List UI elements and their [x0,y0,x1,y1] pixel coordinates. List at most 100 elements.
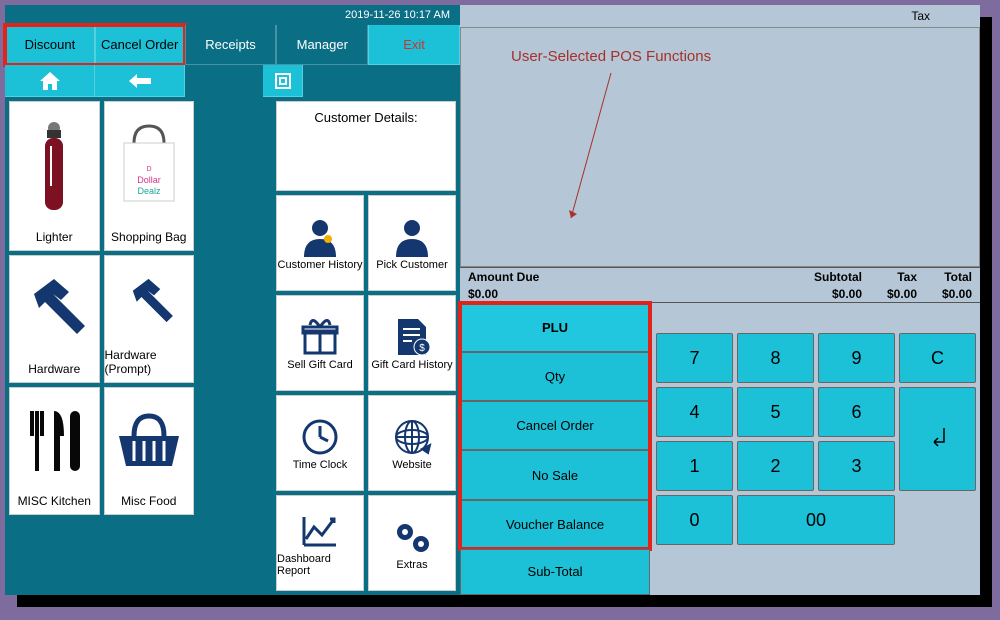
sell-gift-card-button[interactable]: Sell Gift Card [276,295,364,391]
receipt-area: User-Selected POS Functions [460,27,980,267]
product-label: Misc Food [121,494,176,508]
voucher-balance-button[interactable]: Voucher Balance [460,500,650,549]
manager-button[interactable]: Manager [276,25,368,65]
product-hardware-prompt[interactable]: Hardware (Prompt) [104,255,195,383]
cutlery-icon [24,388,84,494]
key-00[interactable]: 00 [737,495,895,545]
key-clear[interactable]: C [899,333,976,383]
person-icon [390,215,434,259]
hammer-icon [121,256,176,348]
qty-button[interactable]: Qty [460,352,650,401]
home-button[interactable] [5,65,95,97]
subtotal-value: $0.00 [792,287,862,301]
key-9[interactable]: 9 [818,333,895,383]
key-2[interactable]: 2 [737,441,814,491]
numpad-area: PLU Qty Cancel Order No Sale Voucher Bal… [460,303,980,595]
tax-value: $0.00 [862,287,917,301]
timestamp: 2019-11-26 10:17 AM [5,5,460,25]
enter-icon [926,424,950,454]
extras-button[interactable]: Extras [368,495,456,591]
tile-label: Website [392,459,432,471]
exit-button[interactable]: Exit [368,25,460,65]
square-icon [275,73,291,89]
pick-customer-button[interactable]: Pick Customer [368,195,456,291]
product-label: Hardware [28,362,80,376]
website-button[interactable]: Website [368,395,456,491]
cancel-order-button[interactable]: Cancel Order [95,25,185,65]
toggle-button[interactable] [263,65,303,97]
clock-icon [300,415,340,459]
svg-text:Dealz: Dealz [137,186,161,196]
key-enter[interactable] [899,387,976,491]
discount-button[interactable]: Discount [5,25,95,65]
cancel-order-func-button[interactable]: Cancel Order [460,401,650,450]
dashboard-report-button[interactable]: Dashboard Report [276,495,364,591]
tile-label: Time Clock [293,459,348,471]
top-toolbar: Discount Cancel Order Receipts Manager E… [5,25,460,65]
key-8[interactable]: 8 [737,333,814,383]
key-0[interactable]: 0 [656,495,733,545]
person-plus-icon [298,215,342,259]
product-lighter[interactable]: Lighter [9,101,100,251]
svg-text:D: D [146,166,151,173]
product-shopping-bag[interactable]: DDollarDealz Shopping Bag [104,101,195,251]
product-column: Lighter DDollarDealz Shopping Bag [9,101,194,591]
left-panel: 2019-11-26 10:17 AM Discount Cancel Orde… [5,5,460,595]
tile-label: Sell Gift Card [287,359,352,371]
bottom-blank [656,549,976,591]
time-clock-button[interactable]: Time Clock [276,395,364,491]
product-misc-kitchen[interactable]: MISC Kitchen [9,387,100,515]
document-dollar-icon: $ [394,315,430,359]
customer-grid: Customer History Pick Customer Sell Gift… [276,191,456,591]
function-column: PLU Qty Cancel Order No Sale Voucher Bal… [460,303,650,595]
right-panel: Tax User-Selected POS Functions Amount D… [460,5,980,595]
basket-icon [114,388,184,494]
tax-label: Tax [862,270,917,284]
spacer [185,65,263,97]
hammer-icon [19,256,89,362]
total-label: Total [917,270,972,284]
tile-label: Customer History [278,259,363,271]
back-button[interactable] [95,65,185,97]
amount-due-value: $0.00 [468,287,792,301]
key-7[interactable]: 7 [656,333,733,383]
gears-icon [391,515,433,559]
totals-header-row: Amount Due Subtotal Tax Total [460,267,980,285]
home-icon [40,72,60,90]
key-3[interactable]: 3 [818,441,895,491]
gift-card-history-button[interactable]: $ Gift Card History [368,295,456,391]
product-hardware[interactable]: Hardware [9,255,100,383]
content-area: Lighter DDollarDealz Shopping Bag [5,97,460,595]
product-label: Hardware (Prompt) [105,348,194,376]
arrow-left-icon [129,74,151,88]
tile-label: Gift Card History [371,359,452,371]
key-blank [899,495,976,545]
chart-icon [300,509,340,553]
display-strip [656,307,976,329]
shopping-bag-icon: D DollarDealz [114,102,184,230]
svg-text:$: $ [419,343,425,354]
key-1[interactable]: 1 [656,441,733,491]
plu-button[interactable]: PLU [460,303,650,352]
customer-history-button[interactable]: Customer History [276,195,364,291]
amount-due-label: Amount Due [468,270,792,284]
no-sale-button[interactable]: No Sale [460,450,650,499]
subtotal-label: Subtotal [792,270,862,284]
customer-column: Customer Details: Customer History Pick … [276,101,456,591]
svg-text:Dollar: Dollar [137,175,161,185]
annotation-label: User-Selected POS Functions [511,48,711,65]
globe-icon [392,415,432,459]
tile-label: Dashboard Report [277,553,363,577]
sub-total-button[interactable]: Sub-Total [460,549,650,595]
receipts-button[interactable]: Receipts [185,25,277,65]
key-6[interactable]: 6 [818,387,895,437]
tax-header: Tax [460,5,980,27]
key-4[interactable]: 4 [656,387,733,437]
product-misc-food[interactable]: Misc Food [104,387,195,515]
gift-icon [300,315,340,359]
tile-label: Pick Customer [376,259,448,271]
customer-details-header: Customer Details: [276,101,456,191]
key-5[interactable]: 5 [737,387,814,437]
spacer [303,65,460,97]
totals-value-row: $0.00 $0.00 $0.00 $0.00 [460,285,980,303]
